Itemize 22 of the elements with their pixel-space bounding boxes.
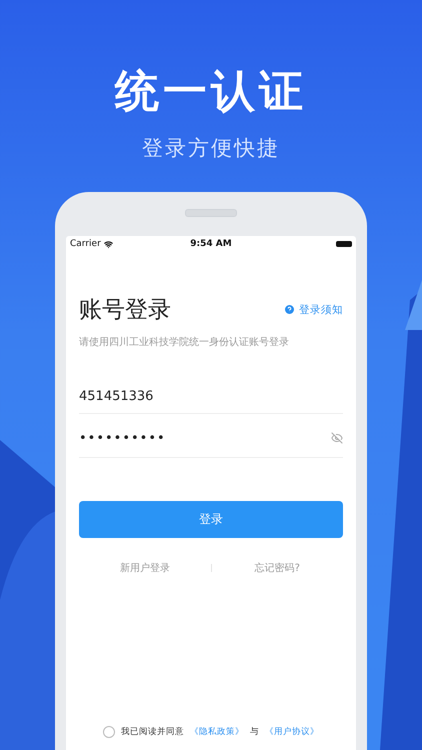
hero-title: 统一认证 bbox=[115, 65, 307, 119]
terms-link[interactable]: 《用户协议》 bbox=[265, 726, 319, 738]
forgot-password-link[interactable]: 忘记密码? bbox=[212, 561, 343, 575]
agreement-joiner: 与 bbox=[250, 726, 259, 738]
register-link[interactable]: 新用户登录 bbox=[79, 561, 210, 575]
login-description: 请使用四川工业科技学院统一身份认证账号登录 bbox=[79, 336, 290, 349]
status-time: 9:54 AM bbox=[190, 239, 232, 249]
hero-subtitle: 登录方便快捷 bbox=[142, 135, 280, 162]
login-title: 账号登录 bbox=[79, 296, 171, 325]
battery-icon bbox=[336, 241, 352, 247]
speaker-grille bbox=[185, 209, 237, 217]
login-button[interactable]: 登录 bbox=[79, 501, 343, 538]
username-field[interactable]: 451451336 bbox=[79, 379, 343, 414]
carrier-label: Carrier bbox=[70, 239, 101, 249]
agreement-text: 我已阅读并同意 bbox=[121, 726, 184, 738]
privacy-link[interactable]: 《隐私政策》 bbox=[190, 726, 244, 738]
wifi-icon bbox=[104, 240, 113, 248]
eye-off-icon[interactable] bbox=[331, 432, 343, 444]
help-link[interactable]: 登录须知 bbox=[285, 302, 343, 316]
password-field[interactable]: •••••••••• bbox=[79, 419, 343, 458]
agreement-checkbox[interactable] bbox=[103, 726, 115, 738]
help-icon bbox=[285, 305, 294, 314]
